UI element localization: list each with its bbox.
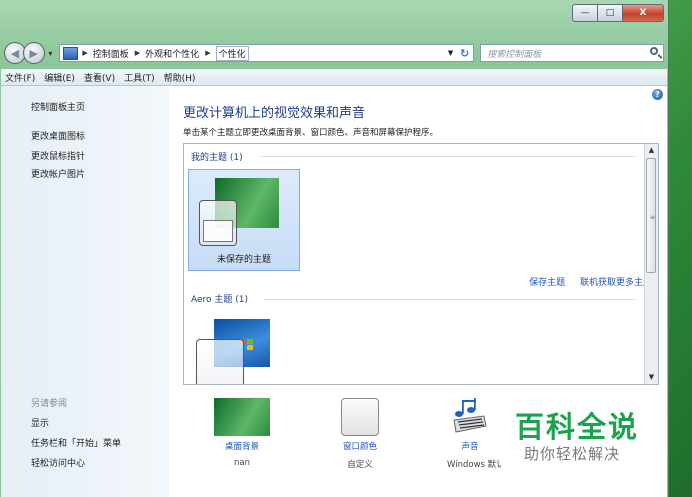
scroll-thumb[interactable]: ≡ — [646, 158, 656, 273]
chevron-right-icon[interactable]: ▶ — [205, 49, 210, 57]
search-icon[interactable] — [650, 47, 658, 55]
sounds-option[interactable]: 声音 Windows 默认 — [425, 398, 515, 470]
window-color-value: 自定义 — [347, 460, 373, 470]
close-button[interactable]: X — [622, 4, 664, 22]
navigation-bar: ◀ ▶ ▾ ▶ 控制面板 ▶ 外观和个性化 ▶ 个性化 ▼ ↻ 搜索控制面板 — [4, 41, 664, 65]
get-more-themes-link[interactable]: 联机获取更多主题 — [580, 278, 652, 288]
menu-bar: 文件(F) 编辑(E) 查看(V) 工具(T) 帮助(H) — [1, 69, 667, 86]
my-themes-header[interactable]: 我的主题 (1) — [191, 150, 243, 163]
window-color-option[interactable]: 窗口颜色 自定义 — [315, 398, 405, 470]
sounds-label: 声音 — [461, 442, 479, 452]
theme-list: 我的主题 (1) 未保存的主题 保存主题 联机获取更多主题 Aero 主题 (1… — [183, 143, 659, 385]
menu-help[interactable]: 帮助(H) — [160, 71, 201, 84]
window-color-swatch — [341, 398, 379, 436]
sounds-value: Windows 默认 — [447, 460, 501, 470]
menu-tools[interactable]: 工具(T) — [120, 71, 160, 84]
window-color-label: 窗口颜色 — [342, 442, 377, 452]
see-also-taskbar[interactable]: 任务栏和「开始」菜单 — [31, 436, 121, 449]
sidebar-link-account-picture[interactable]: 更改帐户图片 — [31, 167, 85, 180]
maximize-button[interactable]: □ — [597, 4, 622, 22]
sidebar-link-mouse-pointer[interactable]: 更改鼠标指针 — [31, 149, 85, 162]
chevron-right-icon[interactable]: ▶ — [135, 49, 140, 57]
menu-edit[interactable]: 编辑(E) — [40, 71, 80, 84]
desktop-background-thumbnail — [214, 398, 270, 436]
forward-arrow-icon: ▶ — [29, 46, 38, 60]
aero-theme-tile[interactable] — [188, 309, 298, 384]
menu-file[interactable]: 文件(F) — [1, 71, 40, 84]
scroll-down-arrow-icon[interactable]: ▼ — [645, 371, 658, 384]
desktop-background-label: 桌面背景 — [224, 442, 259, 452]
chevron-right-icon[interactable]: ▶ — [82, 49, 87, 57]
search-placeholder: 搜索控制面板 — [487, 49, 542, 60]
search-input[interactable]: 搜索控制面板 — [480, 44, 664, 62]
aero-themes-header[interactable]: Aero 主题 (1) — [191, 292, 248, 305]
breadcrumb-control-panel[interactable]: 控制面板 — [93, 47, 129, 60]
back-arrow-icon: ◀ — [10, 46, 20, 60]
task-sidebar: 控制面板主页 更改桌面图标 更改鼠标指针 更改帐户图片 另请参阅 显示 任务栏和… — [1, 86, 169, 497]
theme-links: 保存主题 联机获取更多主题 — [517, 275, 652, 288]
unsaved-theme-label: 未保存的主题 — [216, 255, 271, 265]
see-also-title: 另请参阅 — [31, 399, 68, 409]
chevron-down-icon[interactable]: ▼ — [448, 49, 453, 57]
control-panel-icon — [63, 46, 79, 60]
desktop-background-value: nan — [234, 458, 250, 468]
sidebar-link-home[interactable]: 控制面板主页 — [31, 100, 85, 113]
window-color-preview — [196, 339, 244, 384]
sound-notes-icon — [453, 398, 487, 433]
page-subtitle: 单击某个主题立即更改桌面背景、窗口颜色、声音和屏幕保护程序。 — [183, 128, 439, 138]
help-icon[interactable]: ? — [652, 89, 663, 100]
see-also-ease-of-access[interactable]: 轻松访问中心 — [31, 456, 85, 469]
breadcrumb-personalization[interactable]: 个性化 — [215, 45, 249, 61]
desktop-background-option[interactable]: 桌面背景 nan — [197, 398, 287, 468]
theme-list-scrollbar[interactable]: ▲ ≡ ▼ — [644, 144, 658, 384]
refresh-icon[interactable]: ↻ — [460, 47, 469, 60]
scroll-up-arrow-icon[interactable]: ▲ — [645, 144, 658, 157]
unsaved-theme-tile[interactable]: 未保存的主题 — [188, 169, 300, 271]
minimize-button[interactable]: — — [572, 4, 597, 22]
window-color-preview — [199, 200, 237, 246]
window-preview-body — [203, 220, 233, 242]
forward-button[interactable]: ▶ — [22, 42, 45, 64]
grip-icon: ≡ — [650, 214, 656, 221]
watermark-title: 百科全说 — [515, 410, 640, 444]
group-divider — [260, 156, 636, 157]
address-bar[interactable]: ▶ 控制面板 ▶ 外观和个性化 ▶ 个性化 ▼ ↻ — [59, 44, 475, 62]
breadcrumb-appearance[interactable]: 外观和个性化 — [145, 47, 199, 60]
sidebar-link-desktop-icons[interactable]: 更改桌面图标 — [31, 129, 85, 142]
menu-view[interactable]: 查看(V) — [80, 71, 120, 84]
watermark-subtitle: 助你轻松解决 — [524, 445, 621, 463]
page-title: 更改计算机上的视觉效果和声音 — [183, 106, 366, 121]
see-also-display[interactable]: 显示 — [31, 416, 49, 429]
recent-pages-dropdown[interactable]: ▾ — [46, 49, 56, 58]
caption-buttons: — □ X — [572, 4, 664, 22]
group-divider — [264, 299, 636, 300]
save-theme-link[interactable]: 保存主题 — [529, 278, 565, 288]
